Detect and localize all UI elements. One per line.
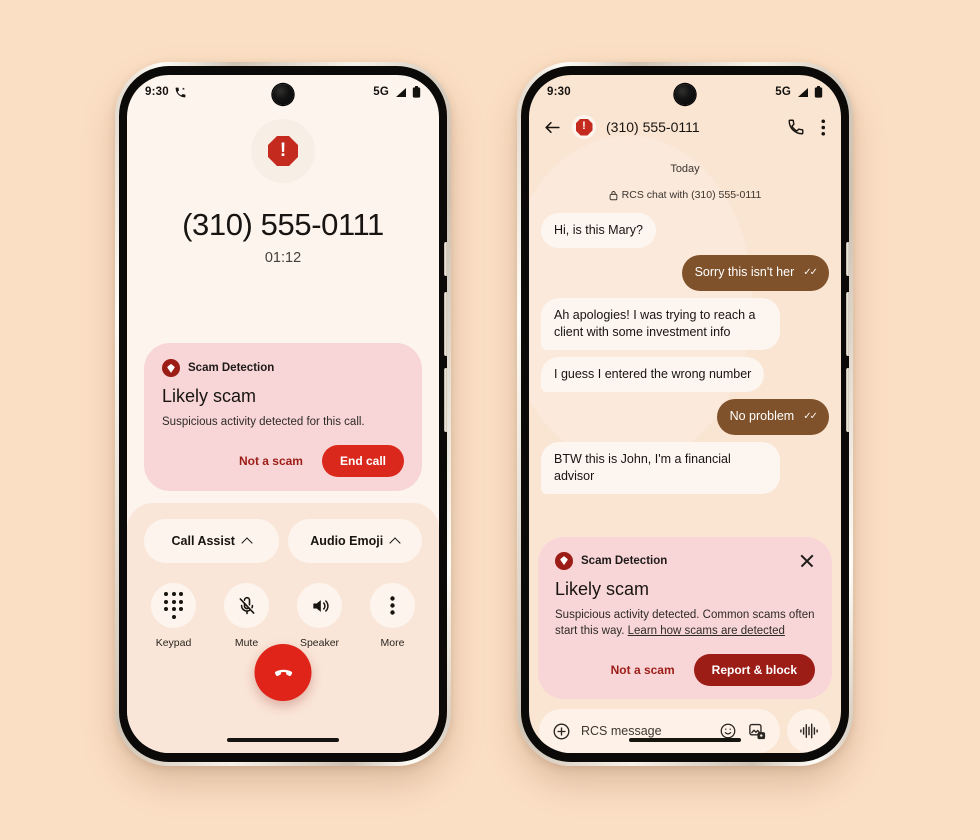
close-icon[interactable] bbox=[799, 553, 815, 569]
control-mute[interactable]: Mute bbox=[224, 583, 269, 649]
status-network: 5G bbox=[775, 86, 791, 98]
control-speaker[interactable]: Speaker bbox=[297, 583, 342, 649]
back-arrow-icon[interactable] bbox=[543, 118, 562, 137]
scam-detection-card-call: Scam Detection Likely scam Suspicious ac… bbox=[144, 343, 422, 491]
rcs-note: RCS chat with (310) 555-0111 bbox=[529, 189, 841, 201]
screen-messages: 9:30 5G ! (310) 555-0111 Today RCS chat … bbox=[529, 75, 841, 753]
control-more[interactable]: More bbox=[370, 583, 415, 649]
status-bar-call: 9:30 5G bbox=[127, 75, 439, 109]
side-button-volume[interactable] bbox=[444, 368, 447, 432]
more-vertical-icon bbox=[370, 583, 415, 628]
double-check-icon: ✓✓ bbox=[803, 266, 818, 278]
battery-full-icon bbox=[412, 86, 421, 98]
call-controls-panel: Call Assist Audio Emoji Keypad Mute Spea… bbox=[127, 503, 439, 753]
status-time: 9:30 bbox=[547, 86, 571, 98]
scam-card-title: Likely scam bbox=[162, 386, 257, 407]
list-item: Sorry this isn't her ✓✓ bbox=[681, 255, 829, 291]
scam-detection-shield-icon bbox=[162, 359, 180, 378]
end-call-button[interactable] bbox=[254, 644, 312, 701]
speaker-icon bbox=[297, 583, 342, 628]
scam-card-title: Likely scam bbox=[555, 578, 650, 599]
message-text: Sorry this isn't her bbox=[694, 265, 795, 280]
caller-number: (310) 555-0111 bbox=[182, 207, 384, 242]
image-picker-icon[interactable] bbox=[747, 722, 767, 741]
status-time: 9:30 bbox=[145, 86, 169, 98]
audio-emoji-label: Audio Emoji bbox=[310, 534, 384, 548]
audio-emoji-chip[interactable]: Audio Emoji bbox=[287, 519, 422, 563]
scam-card-header: Scam Detection bbox=[581, 554, 668, 567]
list-item: BTW this is John, I'm a financial adviso… bbox=[541, 441, 781, 494]
signal-bars-icon bbox=[394, 87, 407, 98]
list-item: Hi, is this Mary? bbox=[541, 213, 656, 249]
gesture-nav-bar[interactable] bbox=[227, 738, 339, 742]
list-item: Ah apologies! I was trying to reach a cl… bbox=[541, 297, 781, 350]
signal-bars-icon bbox=[796, 87, 809, 98]
screen-call: 9:30 5G ! (310) 555-0111 01:12 Scam Dete… bbox=[127, 75, 439, 753]
list-item: No problem ✓✓ bbox=[716, 399, 829, 435]
plus-circle-icon[interactable] bbox=[552, 722, 571, 741]
lock-icon bbox=[609, 190, 618, 201]
rcs-note-text: RCS chat with (310) 555-0111 bbox=[621, 189, 762, 201]
avatar[interactable]: ! bbox=[572, 115, 596, 139]
side-button-power[interactable] bbox=[444, 292, 447, 356]
keypad-icon bbox=[151, 583, 196, 628]
learn-how-scams-are-detected-link[interactable]: Learn how scams are detected bbox=[628, 625, 785, 637]
end-call-icon bbox=[270, 660, 296, 686]
caller-info: ! (310) 555-0111 01:12 bbox=[127, 109, 439, 343]
side-button-volume[interactable] bbox=[846, 368, 849, 432]
gesture-nav-bar[interactable] bbox=[629, 738, 741, 742]
scam-octagon-warning-icon: ! bbox=[575, 118, 593, 136]
mic-off-icon bbox=[224, 583, 269, 628]
status-bar-messages: 9:30 5G bbox=[529, 75, 841, 109]
double-check-icon: ✓✓ bbox=[803, 410, 818, 422]
status-network: 5G bbox=[373, 86, 389, 98]
message-composer: RCS message bbox=[529, 699, 841, 753]
phone-bezel-call: 9:30 5G ! (310) 555-0111 01:12 Scam Dete… bbox=[119, 66, 447, 762]
not-a-scam-button[interactable]: Not a scam bbox=[226, 445, 316, 477]
conversation-title: (310) 555-0111 bbox=[606, 119, 700, 135]
front-camera-icon bbox=[674, 84, 696, 105]
call-assist-chip[interactable]: Call Assist bbox=[144, 519, 279, 563]
message-text: No problem bbox=[729, 409, 795, 424]
control-label: Mute bbox=[234, 637, 259, 649]
message-list: Hi, is this Mary? Sorry this isn't her ✓… bbox=[529, 201, 841, 528]
side-button-power[interactable] bbox=[846, 292, 849, 356]
end-call-card-button[interactable]: End call bbox=[321, 445, 404, 477]
control-label: More bbox=[380, 637, 405, 649]
chevron-up-icon bbox=[389, 536, 401, 549]
control-label: Keypad bbox=[155, 637, 192, 649]
control-label: Speaker bbox=[299, 637, 340, 649]
not-a-scam-button[interactable]: Not a scam bbox=[598, 654, 688, 686]
phone-icon[interactable] bbox=[787, 118, 805, 136]
chevron-up-icon bbox=[241, 536, 253, 549]
phone-bezel-messages: 9:30 5G ! (310) 555-0111 Today RCS chat … bbox=[521, 66, 849, 762]
phone-ring-icon bbox=[174, 86, 187, 99]
scam-detection-card-message: Scam Detection Likely scam Suspicious ac… bbox=[538, 536, 832, 699]
message-input-placeholder: RCS message bbox=[581, 724, 662, 738]
front-camera-icon bbox=[272, 84, 294, 105]
phone-device-messages: 9:30 5G ! (310) 555-0111 Today RCS chat … bbox=[517, 62, 853, 766]
side-button-top[interactable] bbox=[444, 242, 447, 276]
voice-waveform-icon[interactable] bbox=[787, 709, 831, 753]
conversation-header: ! (310) 555-0111 bbox=[529, 109, 841, 147]
side-button-top[interactable] bbox=[846, 242, 849, 276]
call-assist-label: Call Assist bbox=[171, 534, 235, 548]
message-input-field[interactable]: RCS message bbox=[539, 709, 780, 753]
control-keypad[interactable]: Keypad bbox=[151, 583, 196, 649]
scam-detection-shield-icon bbox=[555, 551, 573, 570]
screenshot-stage: 9:30 5G ! (310) 555-0111 01:12 Scam Dete… bbox=[0, 0, 980, 840]
scam-card-description: Suspicious activity detected for this ca… bbox=[162, 416, 365, 429]
more-vertical-icon[interactable] bbox=[820, 118, 826, 136]
report-and-block-button[interactable]: Report & block bbox=[693, 654, 815, 686]
list-item: I guess I entered the wrong number bbox=[541, 357, 765, 393]
phone-device-call: 9:30 5G ! (310) 555-0111 01:12 Scam Dete… bbox=[115, 62, 451, 766]
scam-octagon-warning-icon: ! bbox=[251, 119, 315, 183]
call-duration: 01:12 bbox=[264, 250, 302, 266]
conversation-meta: Today RCS chat with (310) 555-0111 bbox=[529, 147, 841, 201]
day-divider: Today bbox=[670, 163, 700, 175]
battery-full-icon bbox=[814, 86, 823, 98]
scam-card-description: Suspicious activity detected. Common sca… bbox=[555, 607, 815, 640]
scam-card-header: Scam Detection bbox=[188, 362, 275, 375]
